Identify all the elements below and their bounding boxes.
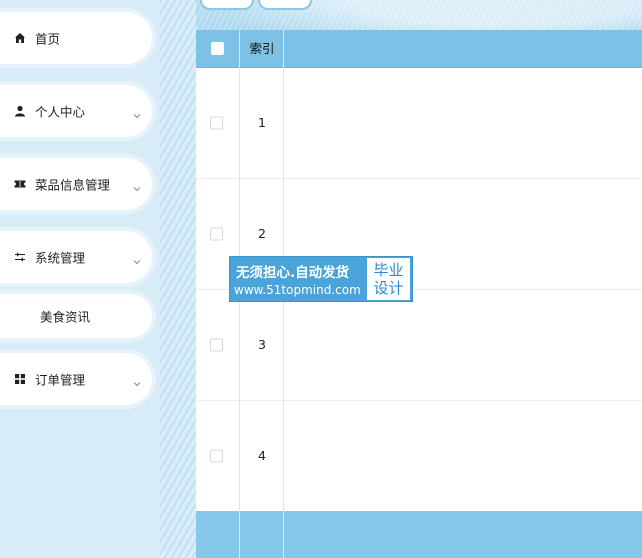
user-icon — [14, 105, 26, 117]
chevron-down-icon — [132, 374, 142, 387]
sidebar-item-label: 个人中心 — [35, 104, 86, 120]
sidebar-item-orders[interactable]: 订单管理 — [0, 353, 152, 405]
watermark-badge-line1: 毕业 — [373, 261, 404, 279]
table-header: 索引 — [196, 30, 642, 68]
sidebar-pattern — [160, 0, 196, 558]
sidebar-item-profile[interactable]: 个人中心 — [0, 85, 152, 137]
sidebar-item-label: 系统管理 — [35, 250, 86, 266]
row-index: 3 — [258, 337, 266, 352]
table-footer — [196, 511, 642, 558]
watermark-url: www.51topmind.com — [234, 283, 361, 297]
table-row[interactable]: 3 — [196, 289, 642, 401]
watermark-badge: 毕业 设计 — [367, 258, 410, 300]
home-icon — [14, 32, 26, 44]
sidebar-item-label: 菜品信息管理 — [35, 177, 111, 193]
row-index: 4 — [258, 448, 266, 463]
grid-icon — [14, 373, 26, 385]
row-index: 1 — [258, 115, 266, 130]
top-action-button-2[interactable] — [258, 0, 312, 10]
chevron-down-icon — [132, 252, 142, 265]
sidebar-item-label: 首页 — [35, 31, 61, 47]
row-checkbox[interactable] — [210, 227, 223, 240]
watermark-slogan: 无须担心.自动发货 — [236, 265, 350, 281]
row-checkbox[interactable] — [210, 449, 223, 462]
sidebar-item-label: 美食资讯 — [40, 309, 91, 325]
row-checkbox[interactable] — [210, 338, 223, 351]
chevron-down-icon — [132, 106, 142, 119]
watermark-badge-line2: 设计 — [373, 279, 404, 297]
table-row[interactable]: 1 — [196, 67, 642, 179]
sidebar-item-dishes[interactable]: 菜品信息管理 — [0, 158, 152, 210]
sidebar-item-food-news[interactable]: 美食资讯 — [0, 294, 152, 338]
chevron-down-icon — [132, 179, 142, 192]
top-action-button-1[interactable] — [200, 0, 254, 10]
table-row[interactable]: 4 — [196, 400, 642, 512]
sidebar-item-system[interactable]: 系统管理 — [0, 231, 152, 283]
sliders-icon — [14, 251, 26, 263]
sidebar-item-label: 订单管理 — [35, 372, 86, 388]
column-header-index[interactable]: 索引 — [240, 30, 284, 67]
select-all-checkbox[interactable] — [211, 42, 224, 55]
watermark-banner: 无须担心.自动发货 www.51topmind.com 毕业 设计 — [229, 256, 413, 302]
watermark-text-block: 无须担心.自动发货 www.51topmind.com — [230, 257, 366, 301]
ticket-icon — [14, 178, 26, 190]
sidebar-item-home[interactable]: 首页 — [0, 12, 152, 64]
row-checkbox[interactable] — [210, 116, 223, 129]
